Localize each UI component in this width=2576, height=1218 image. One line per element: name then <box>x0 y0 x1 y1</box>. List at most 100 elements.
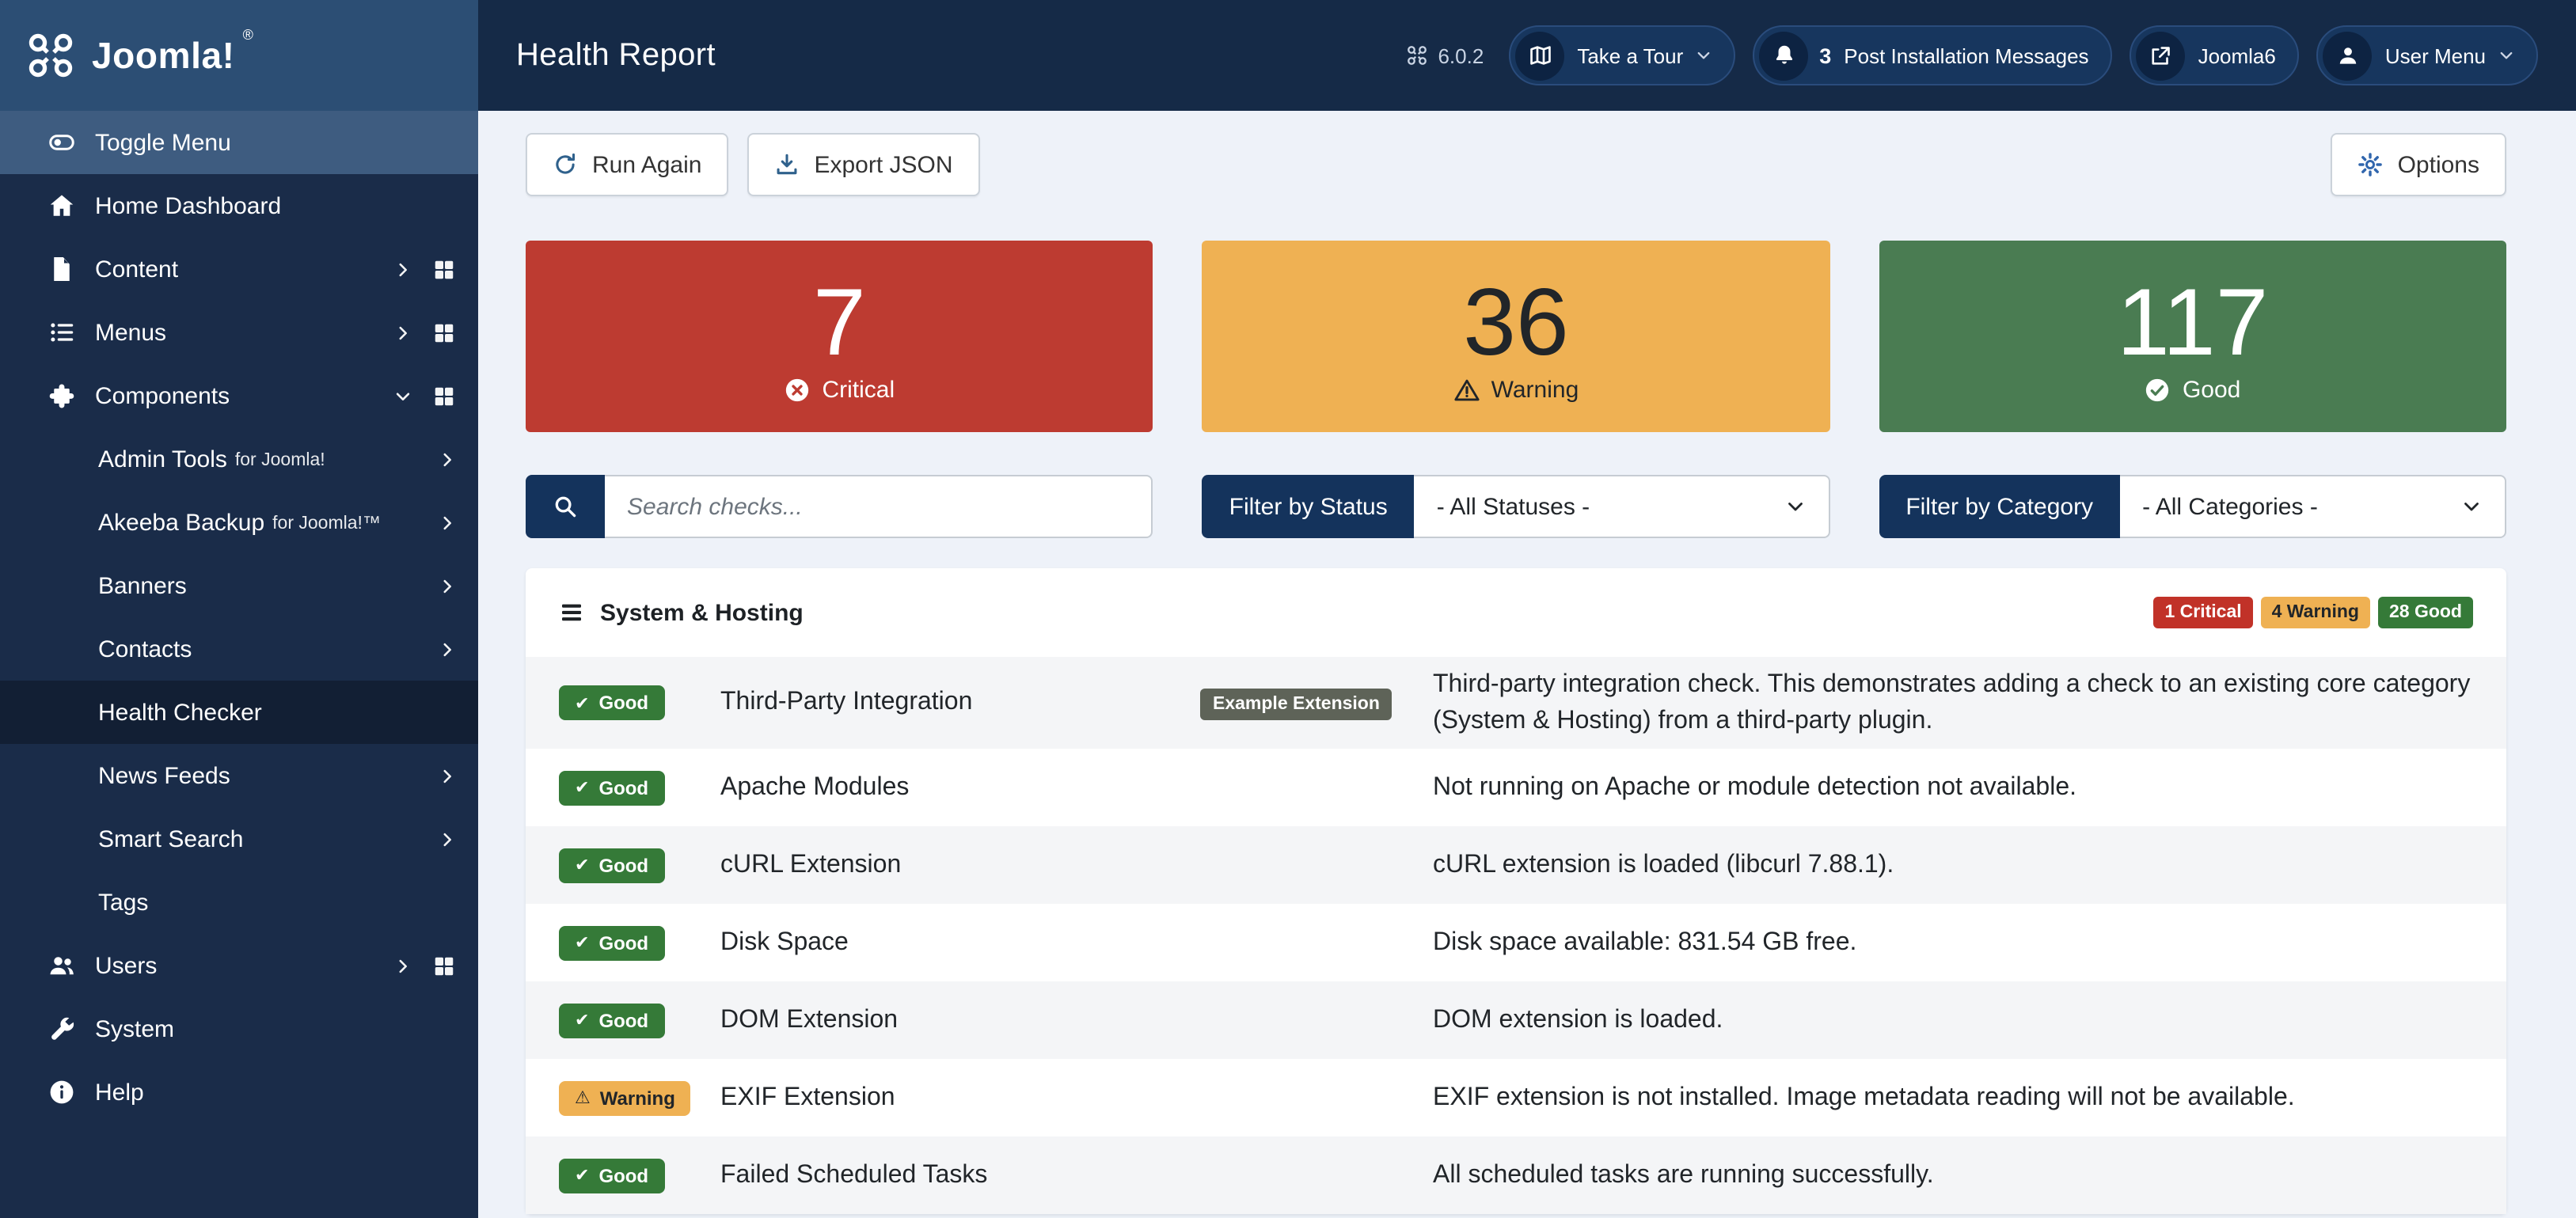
run-again-button[interactable]: Run Again <box>526 133 728 196</box>
sidebar-item-label: Toggle Menu <box>95 129 231 156</box>
category-filter-label: Filter by Category <box>1879 475 2120 538</box>
panel-badges: 1 Critical4 Warning28 Good <box>2153 597 2473 628</box>
sidebar-item-menus[interactable]: Menus <box>0 301 478 364</box>
search-button[interactable] <box>526 475 605 538</box>
sidebar-item-users[interactable]: Users <box>0 934 478 997</box>
status-badge: ✔Good <box>559 926 664 961</box>
status-filter-label: Filter by Status <box>1203 475 1415 538</box>
check-rows: ✔GoodThird-Party IntegrationExample Exte… <box>526 657 2506 1215</box>
stat-value: 36 <box>1463 270 1569 374</box>
category-filter-select[interactable]: - All Categories - <box>2120 475 2506 538</box>
chevron-right-icon <box>394 260 412 278</box>
status-badge: ✔Good <box>559 1004 664 1038</box>
dashboard-grid-icon[interactable] <box>432 257 456 281</box>
sidebar-item-label: Smart Search <box>98 825 243 852</box>
list-icon <box>47 318 76 347</box>
stat-value: 117 <box>2117 270 2268 374</box>
sidebar-item-home-dashboard[interactable]: Home Dashboard <box>0 174 478 237</box>
toggle-icon <box>47 128 76 157</box>
check-row: ✔GoodApache ModulesNot running on Apache… <box>526 749 2506 827</box>
check-row: ⚠WarningEXIF ExtensionEXIF extension is … <box>526 1060 2506 1137</box>
wrench-icon <box>47 1015 76 1043</box>
check-circle-icon <box>2145 376 2171 403</box>
dashboard-grid-icon[interactable] <box>432 954 456 977</box>
chevron-right-icon <box>439 640 456 658</box>
dashboard-grid-icon[interactable] <box>432 384 456 408</box>
sidebar-item-components[interactable]: Components <box>0 364 478 427</box>
chevron-down-icon <box>1696 47 1712 63</box>
check-circle-icon: ✔ <box>575 935 589 952</box>
take-a-tour-button[interactable]: Take a Tour <box>1509 25 1735 85</box>
dashboard-grid-icon[interactable] <box>432 321 456 344</box>
stat-card-good[interactable]: 117Good <box>1879 241 2506 432</box>
page-title: Health Report <box>516 37 716 74</box>
header-actions: 6.0.2 Take a Tour 3 Post Installation Me… <box>1406 25 2538 85</box>
chevron-right-icon <box>439 577 456 594</box>
sidebar-item-label: System <box>95 1015 174 1042</box>
check-circle-icon: ✔ <box>575 1012 589 1030</box>
joomla-brand[interactable]: Joomla! ® <box>0 0 478 111</box>
warning-triangle-icon: ⚠ <box>575 1090 591 1107</box>
chevron-down-icon <box>1785 497 1804 516</box>
sidebar-item-tags[interactable]: Tags <box>0 871 478 934</box>
joomla-mark-icon <box>1406 44 1428 66</box>
sidebar-item-content[interactable]: Content <box>0 237 478 301</box>
sidebar-item-label: News Feeds <box>98 762 230 789</box>
summary-badge-good: 28 Good <box>2378 597 2473 628</box>
check-name: EXIF Extension <box>720 1084 1200 1113</box>
search-group <box>526 475 1153 538</box>
post-installation-messages-button[interactable]: 3 Post Installation Messages <box>1753 25 2112 85</box>
sidebar-item-label: Banners <box>98 572 187 599</box>
sidebar-item-toggle-menu[interactable]: Toggle Menu <box>0 111 478 174</box>
export-json-button[interactable]: Export JSON <box>747 133 979 196</box>
sidebar-item-news-feeds[interactable]: News Feeds <box>0 744 478 807</box>
chevron-right-icon <box>394 324 412 341</box>
options-button[interactable]: Options <box>2331 133 2506 196</box>
user-menu-button[interactable]: User Menu <box>2317 25 2538 85</box>
external-link-icon <box>2149 44 2173 67</box>
sidebar-item-help[interactable]: Help <box>0 1061 478 1124</box>
chevron-right-icon <box>439 450 456 468</box>
check-name: Third-Party Integration <box>720 689 1200 717</box>
chevron-right-icon <box>394 957 412 974</box>
status-badge: ✔Good <box>559 771 664 806</box>
warning-icon <box>1453 376 1480 403</box>
sidebar-item-banners[interactable]: Banners <box>0 554 478 617</box>
search-input[interactable] <box>605 475 1153 538</box>
check-circle-icon: ✔ <box>575 1167 589 1185</box>
home-icon <box>47 192 76 220</box>
check-circle-icon: ✔ <box>575 857 589 875</box>
sidebar-item-health-checker[interactable]: Health Checker <box>0 681 478 744</box>
sidebar-item-suffix: for Joomla!™ <box>272 514 381 533</box>
sidebar-item-admin-tools[interactable]: Admin Toolsfor Joomla! <box>0 427 478 491</box>
top-header: Health Report 6.0.2 Take a Tour 3 Post I… <box>478 0 2576 111</box>
x-circle-icon <box>784 376 811 403</box>
file-icon <box>47 255 76 283</box>
stat-card-warning[interactable]: 36Warning <box>1203 241 1830 432</box>
sidebar-item-label: Health Checker <box>98 699 262 726</box>
status-filter-select[interactable]: - All Statuses - <box>1415 475 1830 538</box>
status-badge: ✔Good <box>559 848 664 883</box>
check-name: Disk Space <box>720 929 1200 958</box>
user-icon-chip <box>2323 31 2373 80</box>
bell-icon-chip <box>1759 31 1808 80</box>
sidebar-item-label: Home Dashboard <box>95 192 281 219</box>
brand-trademark: ® <box>243 27 253 43</box>
bell-icon <box>1771 43 1796 68</box>
site-preview-button[interactable]: Joomla6 <box>2130 25 2300 85</box>
sidebar-item-contacts[interactable]: Contacts <box>0 617 478 681</box>
status-badge: ✔Good <box>559 685 664 720</box>
stat-label: Good <box>2183 376 2240 403</box>
filters-row: Filter by Status - All Statuses - Filter… <box>526 475 2506 538</box>
sidebar-item-system[interactable]: System <box>0 997 478 1061</box>
sidebar-item-label: Tags <box>98 889 148 916</box>
sidebar-item-smart-search[interactable]: Smart Search <box>0 807 478 871</box>
stats-row: 7Critical 36Warning 117Good <box>526 241 2506 432</box>
status-filter-group: Filter by Status - All Statuses - <box>1203 475 1830 538</box>
toolbar: Run Again Export JSON Options <box>526 133 2506 196</box>
stat-card-critical[interactable]: 7Critical <box>526 241 1153 432</box>
sidebar-item-akeeba-backup[interactable]: Akeeba Backupfor Joomla!™ <box>0 491 478 554</box>
panel-title: System & Hosting <box>600 599 804 626</box>
panel-header: System & Hosting 1 Critical4 Warning28 G… <box>526 568 2506 657</box>
check-name: Apache Modules <box>720 774 1200 803</box>
